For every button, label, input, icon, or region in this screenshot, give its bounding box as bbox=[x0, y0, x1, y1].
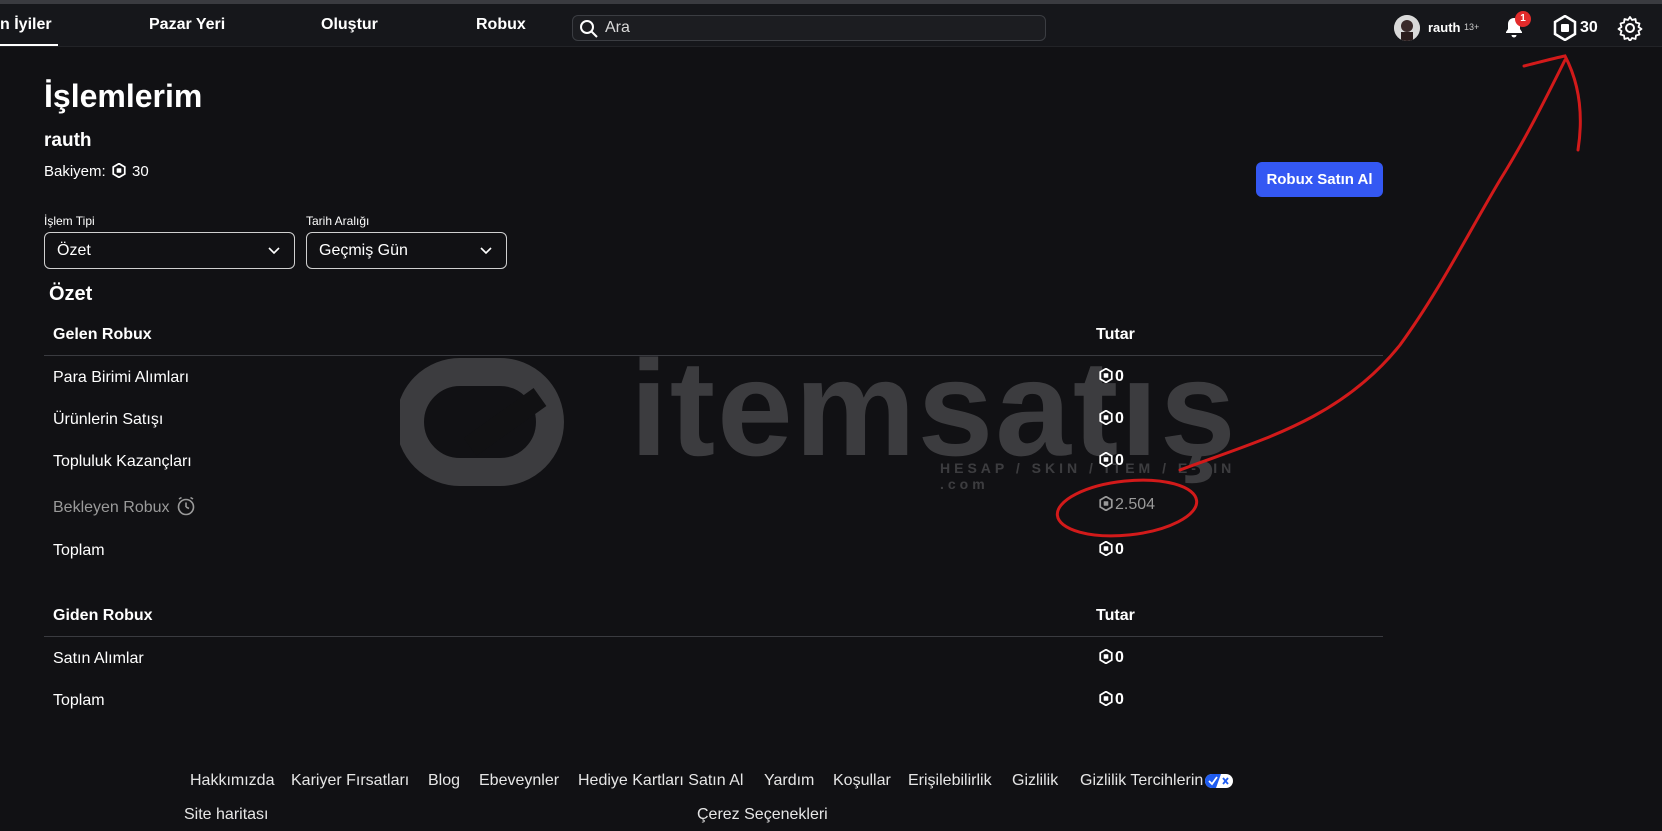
incoming-header: Gelen Robux bbox=[53, 326, 152, 343]
robux-icon bbox=[1099, 367, 1113, 384]
robux-icon[interactable] bbox=[1553, 15, 1577, 41]
balance-value: 30 bbox=[132, 163, 149, 180]
row-item-sales: Ürünlerin Satışı bbox=[53, 411, 164, 428]
footer-link-cookies[interactable]: Çerez Seçenekleri bbox=[697, 806, 828, 824]
search-input[interactable] bbox=[605, 16, 1035, 40]
footer-link-help[interactable]: Yardım bbox=[764, 772, 814, 790]
annotation-arrow-head bbox=[1522, 54, 1582, 152]
chevron-down-icon bbox=[480, 247, 492, 255]
chevron-down-icon bbox=[268, 247, 280, 255]
nav-item-marketplace[interactable]: Pazar Yeri bbox=[149, 4, 225, 46]
nav-item-create[interactable]: Oluştur bbox=[321, 4, 378, 46]
robux-icon bbox=[1099, 451, 1113, 468]
footer-link-privacy-choices[interactable]: Gizlilik Tercihlerin bbox=[1080, 772, 1234, 790]
watermark: itemsatış HESAP / SKIN / ITEM / E-PIN .c… bbox=[396, 332, 1260, 492]
nav-username[interactable]: rauth bbox=[1428, 20, 1461, 35]
search-box[interactable] bbox=[572, 15, 1046, 41]
balance-label: Bakiyem: bbox=[44, 163, 106, 180]
avatar[interactable] bbox=[1394, 15, 1420, 41]
transaction-type-select[interactable]: Özet bbox=[44, 232, 295, 269]
date-range-select[interactable]: Geçmiş Gün bbox=[306, 232, 507, 269]
amount-outgoing-total: 0 bbox=[1099, 690, 1124, 709]
robux-icon bbox=[1099, 540, 1113, 557]
amount-currency-purchases: 0 bbox=[1099, 367, 1124, 386]
robux-icon bbox=[1099, 409, 1113, 426]
search-icon bbox=[580, 20, 598, 38]
nav-item-charts[interactable]: n İyiler bbox=[0, 4, 58, 46]
transaction-type-value: Özet bbox=[57, 242, 91, 259]
watermark-text: itemsatış bbox=[630, 332, 1238, 484]
footer-link-gift-cards[interactable]: Hediye Kartları Satın Al bbox=[578, 772, 743, 790]
date-range-label: Tarih Aralığı bbox=[306, 214, 370, 228]
footer-link-accessibility[interactable]: Erişilebilirlik bbox=[908, 772, 992, 790]
robux-icon bbox=[1099, 495, 1113, 512]
outgoing-header: Giden Robux bbox=[53, 607, 153, 624]
summary-title: Özet bbox=[49, 283, 93, 305]
footer-link-blog[interactable]: Blog bbox=[428, 772, 460, 790]
privacy-choices-icon bbox=[1205, 774, 1234, 788]
amount-pending-robux: 2.504 bbox=[1099, 495, 1155, 514]
footer-link-about[interactable]: Hakkımızda bbox=[190, 772, 274, 790]
red-annotation-drawing bbox=[1055, 54, 1582, 538]
avatar-image bbox=[1394, 15, 1420, 41]
clock-icon[interactable] bbox=[176, 496, 196, 516]
robux-icon bbox=[1099, 690, 1113, 707]
page-username: rauth bbox=[44, 130, 92, 151]
footer-link-careers[interactable]: Kariyer Fırsatları bbox=[291, 772, 409, 790]
nav-robux-count[interactable]: 30 bbox=[1580, 19, 1598, 37]
outgoing-amount-header: Tutar bbox=[1096, 607, 1135, 624]
age-badge: 13+ bbox=[1464, 22, 1480, 32]
page-title: İşlemlerim bbox=[44, 78, 203, 114]
annotation-arrow-line bbox=[1178, 58, 1567, 472]
amount-group-earnings: 0 bbox=[1099, 451, 1124, 470]
row-incoming-total: Toplam bbox=[53, 542, 105, 559]
amount-incoming-total: 0 bbox=[1099, 540, 1124, 559]
footer-link-terms[interactable]: Koşullar bbox=[833, 772, 891, 790]
robux-icon bbox=[112, 163, 126, 178]
row-outgoing-total: Toplam bbox=[53, 692, 105, 709]
date-range-value: Geçmiş Gün bbox=[319, 242, 408, 259]
watermark-logo-icon bbox=[396, 358, 564, 486]
amount-purchases: 0 bbox=[1099, 648, 1124, 667]
transaction-type-label: İşlem Tipi bbox=[44, 214, 95, 228]
buy-robux-button[interactable]: Robux Satın Al bbox=[1256, 162, 1383, 197]
divider bbox=[44, 355, 1383, 356]
gear-icon[interactable] bbox=[1617, 15, 1643, 41]
notification-badge: 1 bbox=[1515, 11, 1531, 27]
amount-item-sales: 0 bbox=[1099, 409, 1124, 428]
row-purchases: Satın Alımlar bbox=[53, 650, 144, 667]
incoming-amount-header: Tutar bbox=[1096, 326, 1135, 343]
divider bbox=[44, 636, 1383, 637]
footer-link-parents[interactable]: Ebeveynler bbox=[479, 772, 559, 790]
nav-item-robux[interactable]: Robux bbox=[476, 4, 526, 46]
balance: Bakiyem: 30 bbox=[44, 163, 149, 180]
row-currency-purchases: Para Birimi Alımları bbox=[53, 369, 190, 386]
row-pending-robux: Bekleyen Robux bbox=[53, 496, 196, 517]
footer-link-sitemap[interactable]: Site haritası bbox=[184, 806, 268, 824]
robux-icon bbox=[1099, 648, 1113, 665]
top-navigation: n İyiler Pazar Yeri Oluştur Robux rauth … bbox=[0, 4, 1662, 47]
footer-link-privacy[interactable]: Gizlilik bbox=[1012, 772, 1058, 790]
row-group-earnings: Topluluk Kazançları bbox=[53, 453, 192, 470]
